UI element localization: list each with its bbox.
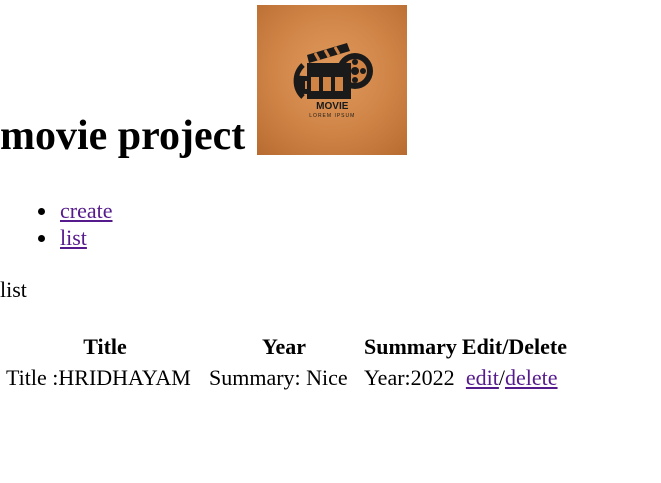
logo-image: MOVIE LOREM IPSUM: [257, 5, 408, 155]
column-header-title: Title: [83, 334, 127, 359]
cell-summary: Summary: Nice: [209, 365, 348, 390]
cell-title: Title :HRIDHAYAM: [6, 365, 191, 390]
logo-tagline: LOREM IPSUM: [309, 113, 356, 119]
table-row: Title :HRIDHAYAM Summary: Nice Year:2022…: [5, 364, 568, 392]
nav-item-list: list: [38, 224, 113, 251]
section-heading: list: [0, 277, 27, 302]
logo-word: MOVIE: [316, 101, 349, 112]
cell-actions: edit/delete: [461, 364, 568, 392]
column-header-year: Year: [262, 334, 306, 359]
movies-table: Title Year Summary Edit/Delete Title :HR…: [2, 330, 571, 395]
create-link[interactable]: create: [60, 198, 113, 223]
column-header-summary: Summary: [364, 334, 457, 359]
list-link[interactable]: list: [60, 225, 87, 250]
header: movie project MOVIE LOREM IPSUM: [0, 5, 408, 159]
page-title: movie project: [0, 113, 246, 159]
delete-link[interactable]: delete: [505, 365, 558, 390]
cell-year: Year:2022: [364, 365, 455, 390]
column-header-edit-delete: Edit/Delete: [461, 334, 567, 359]
table-header-row: Title Year Summary Edit/Delete: [5, 333, 568, 361]
edit-link[interactable]: edit: [466, 365, 499, 390]
film-clapperboard-icon: [293, 43, 374, 99]
nav-item-create: create: [38, 197, 113, 224]
nav-list: create list: [0, 197, 113, 251]
